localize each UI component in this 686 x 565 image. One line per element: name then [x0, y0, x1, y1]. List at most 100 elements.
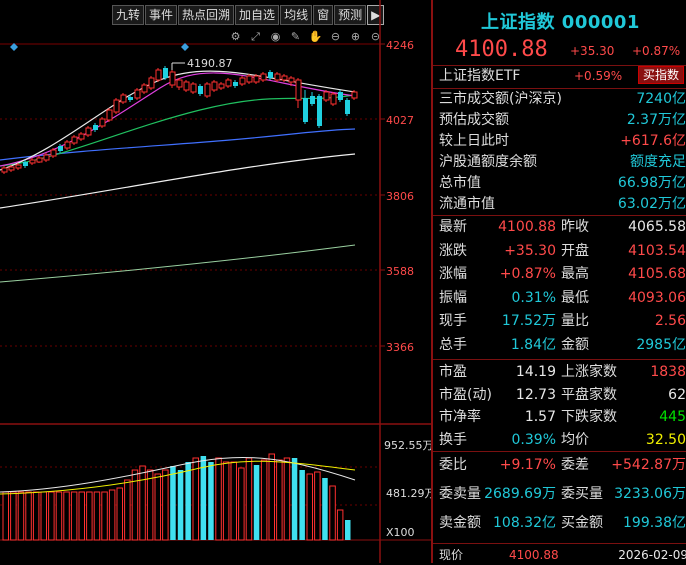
volume-tick: 481.29万: [386, 487, 431, 500]
index-title: 上证指数 000001: [481, 12, 640, 33]
volume-bar: [2, 491, 9, 541]
field-value: 445: [659, 409, 686, 425]
peak-price-label: 4190.87: [187, 57, 233, 70]
volume-bar: [93, 491, 101, 541]
candle-body: [218, 83, 225, 89]
candle-body: [134, 89, 141, 99]
volume-bar: [291, 458, 298, 540]
info-row: 振幅 0.31% 最低 4093.06: [439, 288, 686, 308]
field-label: 卖金额: [439, 515, 481, 531]
candle-body: [338, 92, 343, 100]
volume-bar: [124, 479, 131, 541]
volume-bar: [177, 470, 184, 540]
turnover-value: 7240亿: [636, 91, 686, 107]
field-label: 换手: [439, 431, 467, 448]
field-value: 1838: [650, 364, 686, 380]
field-value: 1.57: [524, 409, 556, 425]
volume-bar: [116, 487, 123, 541]
current-price: 4100.88: [455, 37, 548, 62]
float-mv-label: 流通市值: [439, 196, 495, 212]
field-value: 62: [668, 386, 686, 403]
kline-chart-panel[interactable]: 九转 事件 热点回溯 加自选 均线 窗 预测 ▶ ⚙ ⤢ ◉ ✎ ✋ ⊖ ⊕ ⊝: [0, 0, 431, 563]
volume-bar: [154, 473, 161, 541]
candle-body: [198, 86, 203, 94]
field-label: 涨幅: [439, 266, 467, 282]
candle-body: [29, 159, 36, 164]
volume-bar: [192, 457, 199, 541]
quote-info-panel: 上证指数 000001 4100.88 +35.30 +0.87% 上证指数ET…: [431, 0, 686, 563]
field-value: 17.52万: [501, 313, 556, 329]
etf-label[interactable]: 上证指数ETF: [439, 66, 520, 86]
divider: [433, 359, 686, 360]
volume-bar: [329, 485, 336, 541]
field-label: 市盈(动): [439, 386, 492, 403]
candle-body: [253, 75, 260, 83]
volume-bar: [40, 491, 47, 541]
field-value: 4065.58: [628, 219, 686, 235]
y-tick: 4246: [386, 39, 414, 52]
divider: [433, 215, 686, 216]
info-row: 总手 1.84亿 金额 2985亿: [439, 335, 686, 355]
volume-bar: [63, 491, 70, 541]
buy-index-button[interactable]: 买指数: [637, 66, 684, 84]
volume-bar: [170, 466, 176, 540]
float-mv-value: 63.02万亿: [617, 196, 686, 212]
volume-bar: [32, 491, 40, 541]
field-value: +9.17%: [499, 457, 556, 473]
etf-pct: +0.59%: [574, 69, 623, 83]
field-value: 4100.88: [498, 219, 556, 235]
volume-bar: [208, 462, 214, 540]
volume-bar: [25, 491, 32, 541]
divider: [433, 543, 686, 544]
y-tick: 4027: [386, 114, 414, 127]
info-row: 涨幅 +0.87% 最高 4105.68: [439, 264, 686, 284]
info-row: 卖金额 108.32亿 买金额 199.38亿: [439, 513, 686, 533]
info-row: 市净率 1.57 下跌家数 445: [439, 407, 686, 427]
volume-bar: [238, 467, 245, 541]
volume-bar: [276, 459, 283, 541]
field-value: 0.39%: [511, 431, 556, 448]
field-label: 委买量: [561, 486, 603, 502]
candle-body: [8, 166, 15, 171]
candle-body: [274, 73, 281, 81]
volume-bar: [215, 457, 222, 541]
field-label: 委差: [561, 457, 589, 473]
candle-body: [85, 127, 92, 136]
volume-bar: [322, 478, 328, 540]
field-label: 量比: [561, 313, 589, 329]
vs-prev-value: +617.6亿: [620, 133, 686, 149]
field-value: 1.84亿: [510, 336, 556, 353]
volume-bar: [139, 465, 146, 541]
total-mv-value: 66.98万亿: [617, 175, 686, 191]
margin-row: 沪股通额度余额 额度充足: [439, 152, 686, 172]
field-label: 均价: [561, 431, 589, 448]
candle-body: [183, 81, 190, 91]
price-change: +35.30: [570, 44, 615, 58]
field-value: 32.50: [645, 431, 686, 448]
field-value: 108.32亿: [493, 515, 556, 531]
field-label: 现手: [439, 313, 467, 329]
divider: [433, 451, 686, 452]
candle-body: [23, 162, 28, 166]
candle-body: [15, 164, 22, 169]
field-value: +542.87万: [611, 457, 686, 473]
est-turnover-value: 2.37万亿: [626, 112, 686, 128]
field-value: 199.38亿: [623, 515, 686, 531]
candle-body: [268, 72, 273, 78]
candle-body: [148, 77, 155, 89]
volume-bar: [230, 461, 237, 541]
field-value: 4103.54: [628, 242, 686, 259]
candle-body: [225, 79, 232, 87]
candle-body: [345, 100, 350, 114]
volume-bar: [245, 457, 253, 541]
volume-bar: [253, 465, 260, 540]
volume-bar: [283, 457, 291, 541]
info-row: 现手 17.52万 量比 2.56: [439, 311, 686, 331]
field-label: 涨跌: [439, 242, 467, 259]
field-label: 市盈: [439, 364, 467, 380]
candle-body: [323, 91, 330, 101]
candle-body: [155, 69, 162, 81]
field-value: 12.73: [515, 386, 556, 403]
candle-body: [1, 167, 8, 173]
est-turnover-label: 预估成交额: [439, 112, 509, 128]
